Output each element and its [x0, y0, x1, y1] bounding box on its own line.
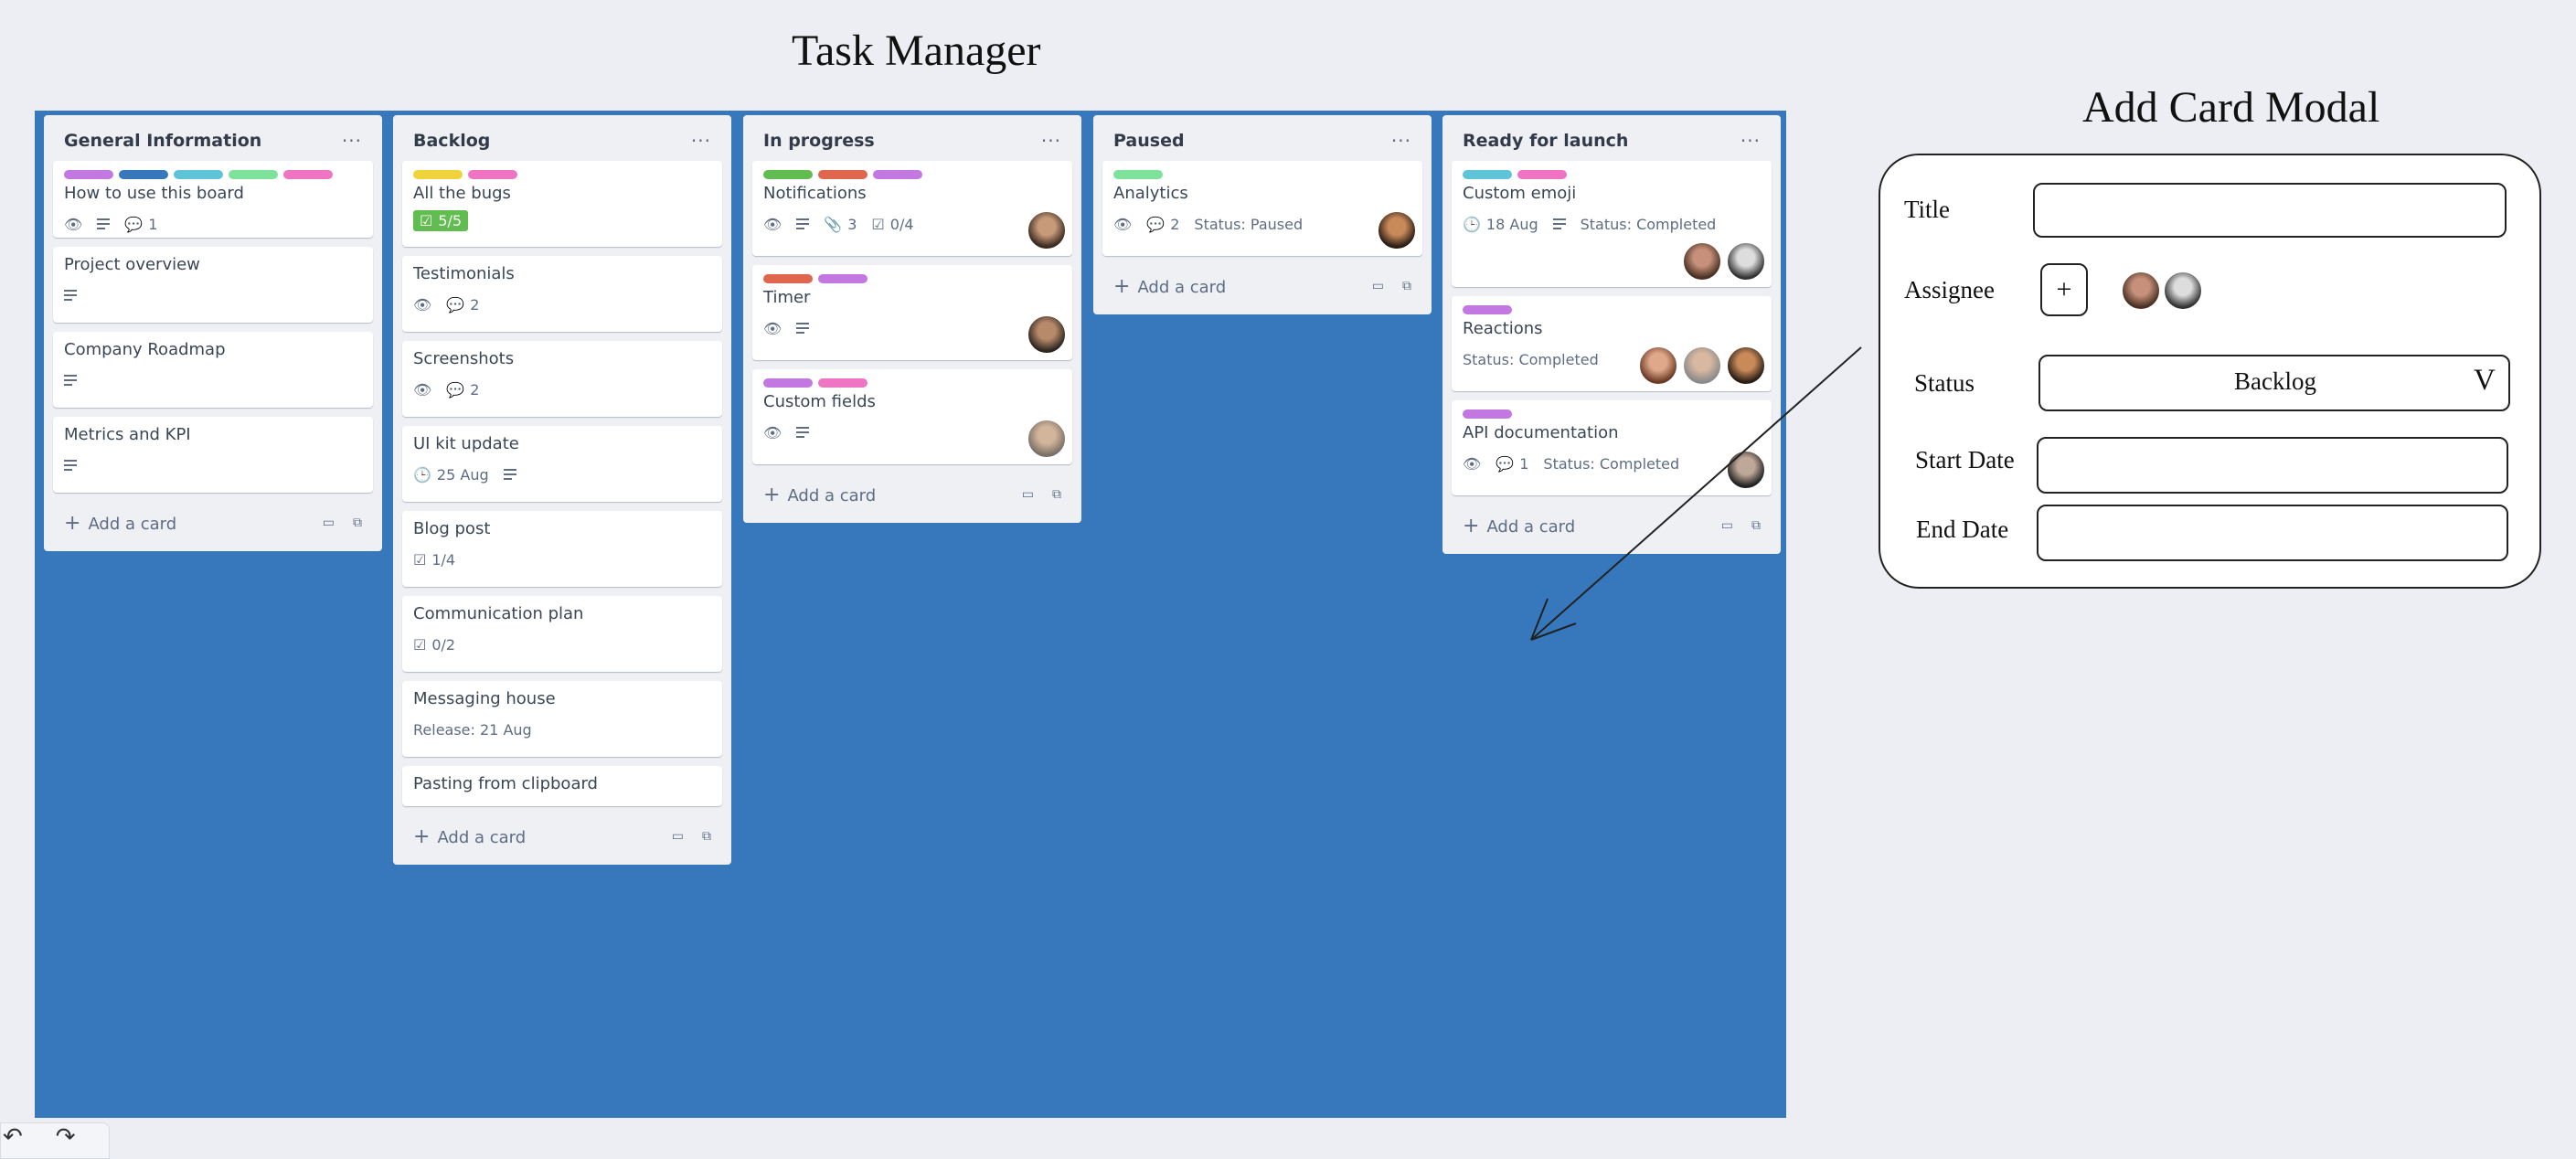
status-value: Backlog: [2234, 367, 2316, 395]
status-label: Status: [1914, 369, 1975, 397]
assignee-label: Assignee: [1904, 276, 1995, 303]
avatar[interactable]: [2121, 271, 2161, 311]
undo-icon[interactable]: ↶: [3, 1123, 23, 1158]
start-date-input[interactable]: [2037, 437, 2508, 494]
assignee-avatars: [2121, 271, 2203, 311]
end-date-label: End Date: [1916, 516, 2009, 543]
add-assignee-button[interactable]: +: [2040, 263, 2088, 316]
chevron-down-icon[interactable]: V: [2474, 364, 2496, 398]
bottom-toolbar: ↶ ↷: [0, 1122, 110, 1159]
avatar[interactable]: [2163, 271, 2203, 311]
end-date-input[interactable]: [2037, 505, 2508, 561]
title-input[interactable]: [2033, 183, 2507, 238]
start-date-label: Start Date: [1915, 446, 2015, 473]
title-label: Title: [1904, 196, 1951, 223]
redo-icon[interactable]: ↷: [56, 1123, 76, 1158]
